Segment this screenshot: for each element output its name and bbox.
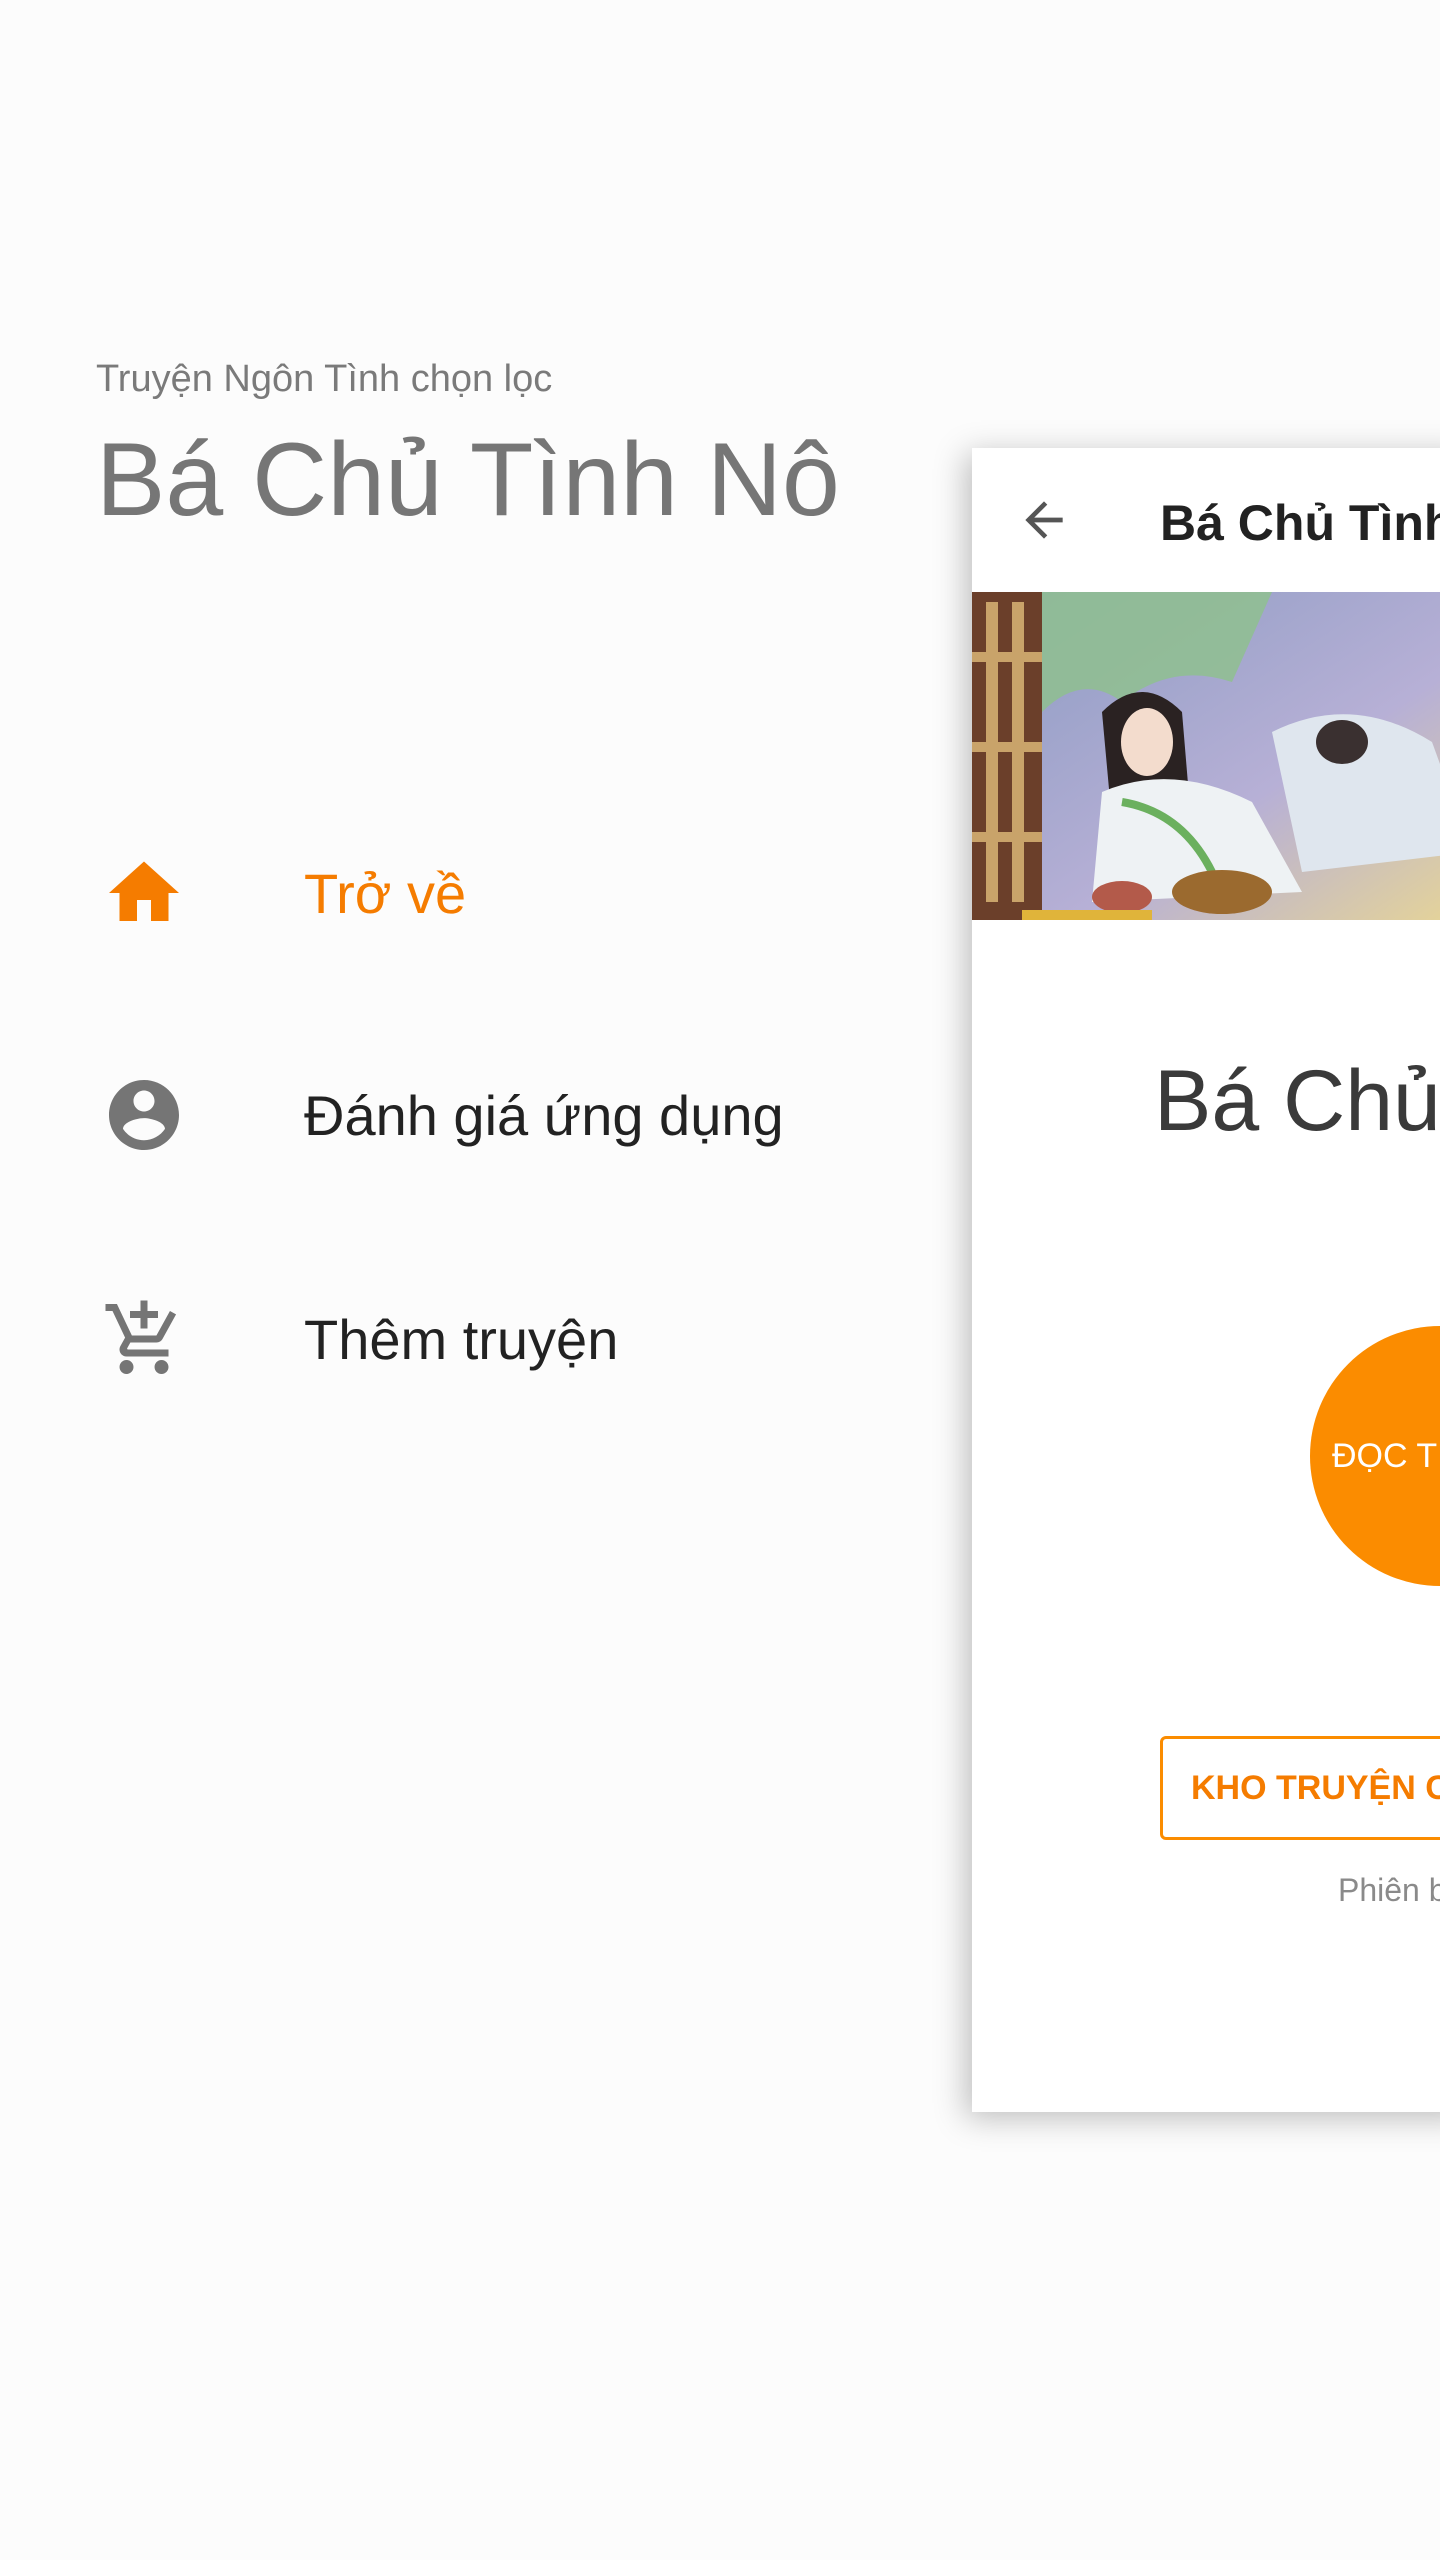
- menu-item-add-story[interactable]: Thêm truyện: [96, 1284, 856, 1394]
- drawer-header: Truyện Ngôn Tình chọn lọc Bá Chủ Tình Nô: [96, 360, 840, 532]
- menu-item-rate-app[interactable]: Đánh giá ứng dụng: [96, 1060, 856, 1170]
- home-icon: [96, 845, 192, 941]
- menu-item-back[interactable]: Trở về: [96, 838, 856, 948]
- add-cart-icon: [96, 1291, 192, 1387]
- version-text: Phiên b: [1338, 1872, 1440, 1908]
- menu-item-label: Trở về: [304, 861, 467, 925]
- story-name: Bá Chủ: [1154, 1053, 1440, 1149]
- arrow-back-icon[interactable]: [1016, 492, 1072, 548]
- drawer-subtitle: Truyện Ngôn Tình chọn lọc: [96, 358, 553, 400]
- story-store-button[interactable]: KHO TRUYỆN C: [1160, 1736, 1440, 1840]
- book-cover-image: [972, 592, 1440, 920]
- menu-item-label: Thêm truyện: [304, 1307, 619, 1371]
- app-bar-title: Bá Chủ Tình: [1160, 495, 1440, 551]
- main-screen-card[interactable]: Bá Chủ Tình Bá Chủ ĐỌC TI KHO TRUYỆN C P…: [972, 448, 1440, 2112]
- app-bar: Bá Chủ Tình: [972, 448, 1440, 592]
- account-circle-icon: [96, 1067, 192, 1163]
- menu-item-label: Đánh giá ứng dụng: [304, 1083, 784, 1147]
- read-story-button[interactable]: ĐỌC TI: [1310, 1326, 1440, 1586]
- drawer-title: Bá Chủ Tình Nô: [96, 422, 840, 538]
